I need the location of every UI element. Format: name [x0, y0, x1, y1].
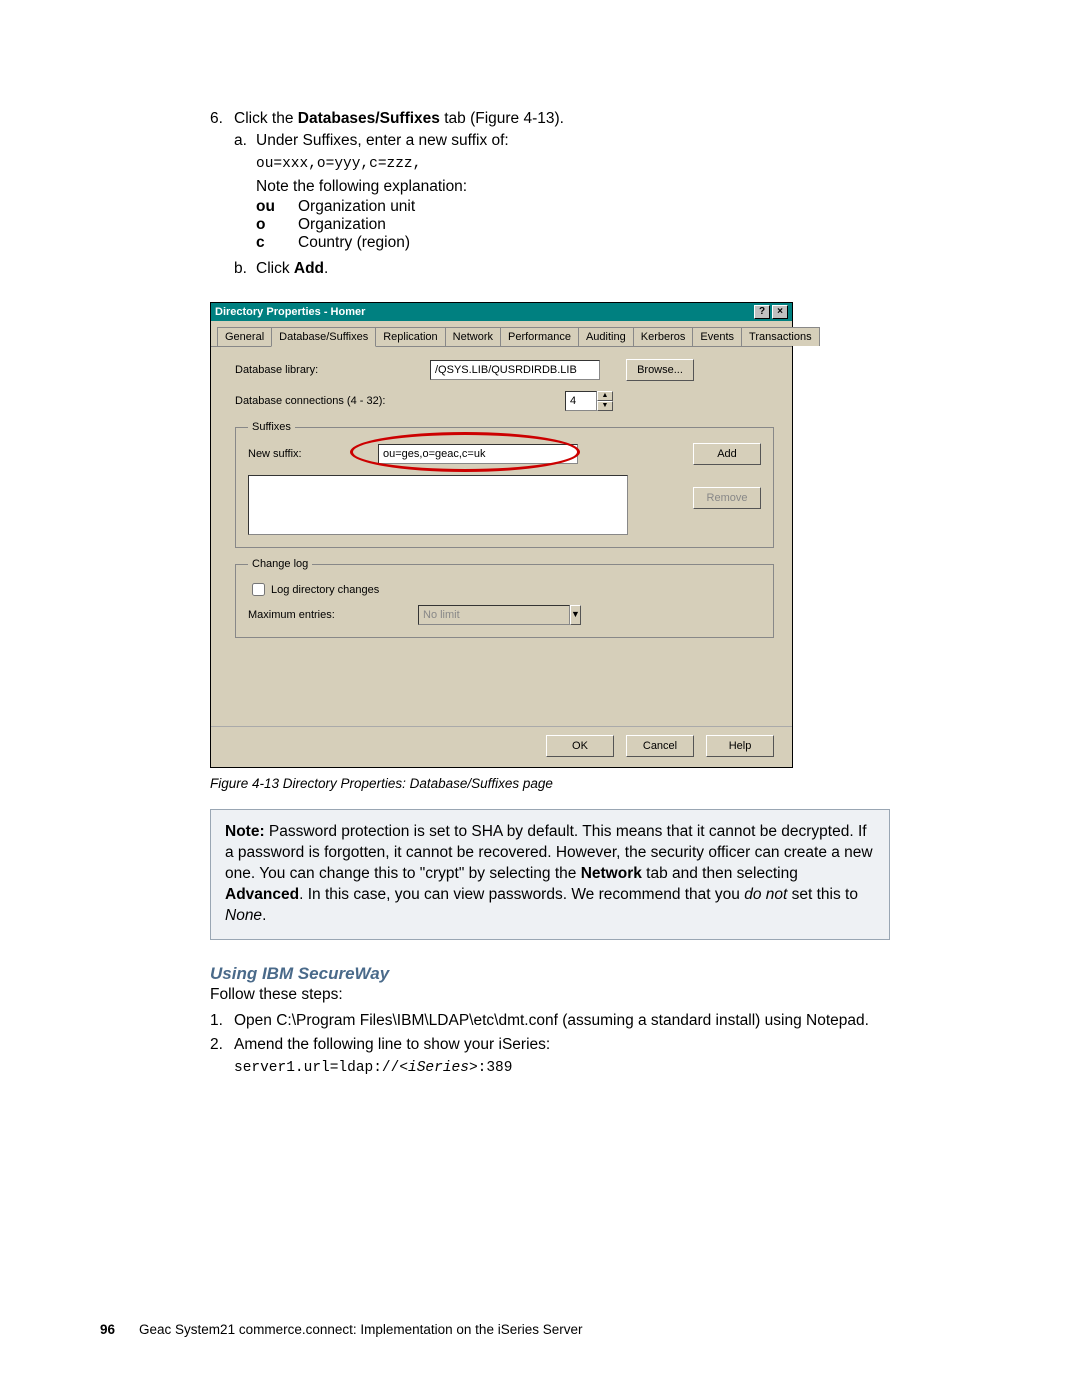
page-footer: 96 Geac System21 commerce.connect: Imple… — [100, 1322, 582, 1337]
step6-pre: Click the — [234, 110, 298, 127]
browse-button[interactable]: Browse... — [626, 359, 694, 381]
note-advanced: Advanced — [225, 886, 299, 903]
sw-step2: 2. Amend the following line to show your… — [210, 1036, 890, 1054]
log-changes-checkbox[interactable] — [252, 583, 265, 596]
add-button[interactable]: Add — [693, 443, 761, 465]
max-entries-value — [418, 605, 570, 625]
dialog-tabs: General Database/Suffixes Replication Ne… — [211, 321, 792, 347]
note-t2: tab and then selecting — [642, 865, 798, 882]
sw-code-pre: server1.url=ldap:// — [234, 1060, 399, 1076]
log-changes-label: Log directory changes — [271, 584, 379, 596]
help-button[interactable]: Help — [706, 735, 774, 757]
tab-database-suffixes[interactable]: Database/Suffixes — [271, 327, 376, 347]
sw-step1-num: 1. — [210, 1012, 234, 1030]
sw-step2-text: Amend the following line to show your iS… — [234, 1036, 550, 1054]
cancel-button[interactable]: Cancel — [626, 735, 694, 757]
tab-events[interactable]: Events — [692, 327, 742, 346]
db-library-label: Database library: — [235, 364, 430, 376]
max-entries-combo[interactable]: ▼ — [418, 605, 548, 625]
tab-network[interactable]: Network — [445, 327, 501, 346]
chevron-down-icon[interactable]: ▼ — [570, 605, 581, 625]
dialog-title: Directory Properties - Homer — [215, 306, 365, 318]
tab-replication[interactable]: Replication — [375, 327, 445, 346]
note-t4: set this to — [787, 886, 858, 903]
page-number: 96 — [100, 1322, 115, 1337]
db-library-input[interactable] — [430, 360, 600, 380]
ok-button[interactable]: OK — [546, 735, 614, 757]
db-connections-input[interactable] — [565, 391, 597, 411]
secureway-intro: Follow these steps: — [210, 986, 890, 1004]
note-donot: do not — [744, 886, 787, 903]
def-c-val: Country (region) — [298, 234, 410, 252]
step6-code: ou=xxx,o=yyy,c=zzz, — [256, 156, 890, 172]
figure-caption: Figure 4-13 Directory Properties: Databa… — [210, 776, 890, 791]
note-t5: . — [262, 907, 266, 924]
step-6-number: 6. — [210, 110, 234, 128]
def-ou-key: ou — [256, 198, 298, 216]
sw-step1: 1. Open C:\Program Files\IBM\LDAP\etc\dm… — [210, 1012, 890, 1030]
tab-transactions[interactable]: Transactions — [741, 327, 820, 346]
section-heading: Using IBM SecureWay — [210, 964, 890, 984]
note-network: Network — [581, 865, 642, 882]
footer-text: Geac System21 commerce.connect: Implemen… — [139, 1322, 582, 1337]
new-suffix-label: New suffix: — [248, 448, 378, 460]
close-icon[interactable]: × — [772, 305, 788, 319]
note-none: None — [225, 907, 262, 924]
step6b-pre: Click — [256, 260, 294, 277]
step-6a-text: Under Suffixes, enter a new suffix of: — [256, 132, 509, 150]
dialog-titlebar[interactable]: Directory Properties - Homer ? × — [211, 303, 792, 321]
step-6: 6. Click the Databases/Suffixes tab (Fig… — [210, 110, 890, 128]
suffixes-group: Suffixes New suffix: Add — [235, 421, 774, 548]
step6-bold: Databases/Suffixes — [298, 110, 440, 127]
suffixes-legend: Suffixes — [248, 421, 295, 433]
tab-performance[interactable]: Performance — [500, 327, 579, 346]
sw-code-ital: <iSeries> — [399, 1060, 477, 1076]
note-box: Note: Password protection is set to SHA … — [210, 809, 890, 940]
db-connections-label: Database connections (4 - 32): — [235, 395, 565, 407]
directory-properties-dialog: Directory Properties - Homer ? × General… — [210, 302, 793, 768]
new-suffix-input[interactable] — [378, 444, 578, 464]
note-label: Note: — [225, 823, 265, 840]
def-ou-val: Organization unit — [298, 198, 415, 216]
remove-button[interactable]: Remove — [693, 487, 761, 509]
step-6b: b. Click Add. — [234, 260, 890, 278]
step6b-bold: Add — [294, 260, 324, 277]
max-entries-label: Maximum entries: — [248, 609, 418, 621]
sw-code: server1.url=ldap://<iSeries>:389 — [234, 1060, 890, 1076]
changelog-legend: Change log — [248, 558, 312, 570]
step6-post: tab (Figure 4-13). — [440, 110, 564, 127]
spinner-up-icon[interactable]: ▲ — [597, 391, 613, 401]
step-6b-number: b. — [234, 260, 256, 278]
sw-step2-num: 2. — [210, 1036, 234, 1054]
tab-kerberos[interactable]: Kerberos — [633, 327, 694, 346]
step6b-post: . — [324, 260, 328, 277]
db-connections-spinner[interactable]: ▲ ▼ — [565, 391, 613, 411]
def-o-key: o — [256, 216, 298, 234]
def-c-key: c — [256, 234, 298, 252]
tab-auditing[interactable]: Auditing — [578, 327, 634, 346]
step6-explain: Note the following explanation: — [256, 178, 890, 196]
changelog-group: Change log Log directory changes Maximum… — [235, 558, 774, 638]
sw-step1-text: Open C:\Program Files\IBM\LDAP\etc\dmt.c… — [234, 1012, 869, 1030]
step-6a-number: a. — [234, 132, 256, 150]
note-t3: . In this case, you can view passwords. … — [299, 886, 744, 903]
step-6a: a. Under Suffixes, enter a new suffix of… — [234, 132, 890, 150]
help-icon[interactable]: ? — [754, 305, 770, 319]
def-o-val: Organization — [298, 216, 386, 234]
sw-code-post: :389 — [478, 1060, 513, 1076]
spinner-down-icon[interactable]: ▼ — [597, 401, 613, 411]
suffixes-listbox[interactable] — [248, 475, 628, 535]
tab-general[interactable]: General — [217, 327, 272, 346]
